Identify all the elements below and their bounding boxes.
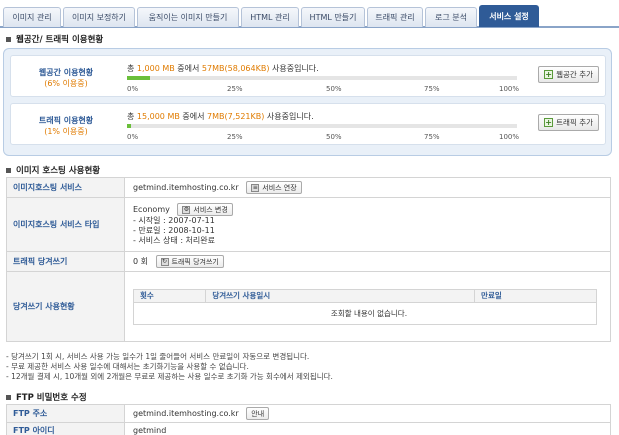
traffic-row: 트래픽 이용현황 (1% 이용중) 총 15,000 MB 중에서 7MB(7,… (10, 103, 606, 145)
traffic-pull-button[interactable]: ↻ 트래픽 당겨쓰기 (155, 255, 224, 268)
col-date: 당겨쓰기 사용일시 (205, 288, 476, 303)
doc-icon: ≡ (251, 183, 260, 192)
change-service-button[interactable]: ⚙ 서비스 변경 (177, 203, 233, 216)
col-expire: 만료일 (474, 288, 597, 303)
service-type-value: Economy (133, 205, 170, 214)
gear-icon: ⚙ (182, 205, 191, 214)
ftp-table: FTP 주소 getmind.itemhosting.co.kr 안내 FTP … (6, 404, 611, 435)
tab-animated-image[interactable]: 움직이는 이미지 만들기 (137, 7, 239, 27)
add-web-space-button[interactable]: + 웹공간 추가 (538, 66, 599, 83)
ftp-section-title: FTP 비밀번호 수정 (6, 391, 87, 403)
extend-service-button[interactable]: ≡ 서비스 연장 (246, 181, 302, 194)
web-space-label: 웹공간 이용현황 (6% 이용중) (11, 56, 121, 98)
start-date: - 시작일 : 2007-07-11 (133, 216, 215, 225)
pull-history-table: 횟수 당겨쓰기 사용일시 만료일 조회할 내용이 없습니다. (132, 288, 597, 325)
traffic-ticks: 0% 25% 50% 75% 100% (127, 133, 520, 141)
plus-icon: + (544, 70, 554, 79)
pull-status-label: 당겨쓰기 사용현황 (6, 271, 125, 342)
plus-icon: + (544, 118, 554, 127)
web-space-percent-label: (6% 이용중) (44, 79, 88, 88)
traffic-label: 트래픽 이용현황 (1% 이용중) (11, 104, 121, 146)
tab-traffic-manage[interactable]: 트래픽 관리 (367, 7, 423, 27)
note-item: - 당겨쓰기 1회 시, 서비스 사용 가능 일수가 1일 줄어들어 서비스 만… (6, 352, 310, 361)
hosting-section-title: 이미지 호스팅 사용현황 (6, 164, 100, 176)
usage-box: 웹공간 이용현황 (6% 이용중) 총 1,000 MB 중에서 57MB(58… (3, 48, 612, 156)
empty-message: 조회할 내용이 없습니다. (133, 301, 597, 325)
service-type-label: 이미지호스팅 서비스 타입 (6, 197, 125, 252)
add-traffic-button[interactable]: + 트래픽 추가 (538, 114, 599, 131)
tab-html-make[interactable]: HTML 만들기 (301, 7, 365, 27)
tab-html-manage[interactable]: HTML 관리 (241, 7, 299, 27)
tab-log-analysis[interactable]: 로그 분석 (425, 7, 477, 27)
notes: - 당겨쓰기 1회 시, 서비스 사용 가능 일수가 1일 줄어들어 서비스 만… (6, 352, 333, 382)
tab-image-manage[interactable]: 이미지 관리 (3, 7, 61, 27)
traffic-pull-count: 0 회 (133, 257, 148, 266)
tab-service-settings[interactable]: 서비스 설정 (479, 5, 539, 27)
bullet-square-icon (6, 167, 11, 173)
usage-section-title: 웹공간/ 트래픽 이용현황 (6, 33, 103, 45)
tab-image-edit[interactable]: 이미지 보정하기 (63, 7, 135, 27)
web-space-summary: 총 1,000 MB 중에서 57MB(58,064KB) 사용중입니다. (127, 64, 319, 73)
traffic-progress-fill (127, 124, 131, 128)
ftp-address-value: getmind.itemhosting.co.kr (133, 409, 239, 418)
end-date: - 만료일 : 2008-10-11 (133, 226, 215, 235)
col-count: 횟수 (132, 288, 207, 303)
traffic-pull-label: 트래픽 당겨쓰기 (6, 251, 125, 272)
web-space-row: 웹공간 이용현황 (6% 이용중) 총 1,000 MB 중에서 57MB(58… (10, 55, 606, 97)
note-item: - 무료 제공한 서비스 사용 일수에 대해서는 초기화기능을 사용할 수 없습… (6, 362, 249, 371)
note-item: - 12개월 결제 시, 10개월 외에 2개월은 무료로 제공하는 사용 일수… (6, 372, 333, 381)
bullet-square-icon (6, 36, 11, 42)
traffic-progress-bar (127, 124, 517, 128)
ftp-address-label: FTP 주소 (6, 404, 125, 423)
service-value: getmind.itemhosting.co.kr (133, 183, 239, 192)
ftp-id-value: getmind (133, 426, 167, 435)
bullet-square-icon (6, 394, 11, 400)
traffic-icon: ↻ (160, 257, 169, 266)
service-label: 이미지호스팅 서비스 (6, 177, 125, 198)
ftp-guide-button[interactable]: 안내 (246, 407, 270, 420)
tab-bar: 이미지 관리 이미지 보정하기 움직이는 이미지 만들기 HTML 관리 HTM… (0, 0, 619, 28)
traffic-summary: 총 15,000 MB 중에서 7MB(7,521KB) 사용중입니다. (127, 112, 314, 121)
web-space-progress-fill (127, 76, 151, 80)
web-space-ticks: 0% 25% 50% 75% 100% (127, 85, 520, 93)
traffic-percent-label: (1% 이용중) (44, 127, 88, 136)
ftp-id-label: FTP 아이디 (6, 422, 125, 435)
web-space-progress-bar (127, 76, 517, 80)
service-status: - 서비스 상태 : 처리완료 (133, 236, 215, 245)
hosting-table: 이미지호스팅 서비스 getmind.itemhosting.co.kr ≡ 서비… (6, 177, 611, 342)
